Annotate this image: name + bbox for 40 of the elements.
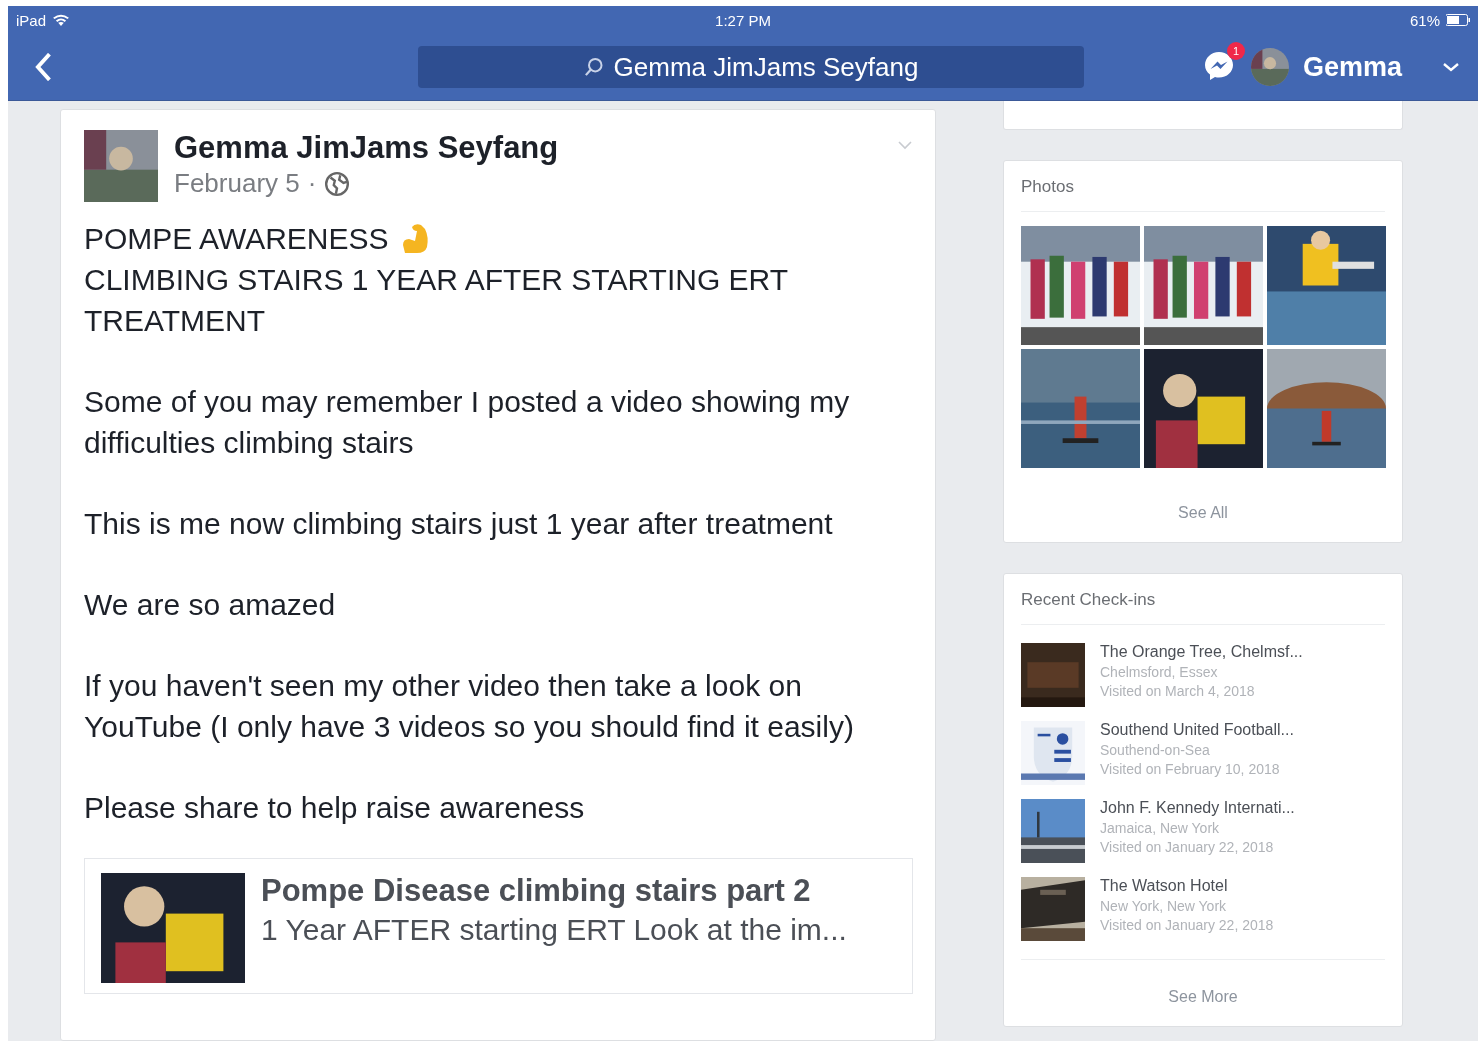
card-title: Recent Check-ins [1021, 590, 1385, 625]
place-name[interactable]: John F. Kennedy Internati... [1100, 799, 1295, 817]
visit-date: Visited on February 10, 2018 [1100, 761, 1281, 777]
battery-percent: 61% [1409, 11, 1440, 29]
place-location: Southend-on-Sea [1100, 742, 1211, 758]
battery-icon [1446, 14, 1470, 26]
globe-icon [324, 170, 351, 197]
post-paragraph: Some of you may remember I posted a video showing my difficulties climbing stairs [84, 384, 851, 461]
place-name[interactable]: Southend United Football... [1100, 721, 1294, 739]
place-location: Jamaica, New York [1100, 820, 1221, 836]
notification-badge: 1 [1226, 42, 1245, 60]
card-title: Photos [1021, 177, 1385, 212]
status-time: 1:27 PM [715, 11, 771, 29]
post-subheading: CLIMBING STAIRS 1 YEAR AFTER STARTING ERT TREATMENT [84, 262, 789, 339]
search-field[interactable]: Gemma JimJams Seyfang [418, 46, 1084, 88]
back-icon[interactable] [34, 53, 52, 81]
caret-icon[interactable] [1442, 62, 1460, 72]
link-description: 1 Year AFTER starting ERT Look at the im... [261, 913, 847, 947]
link-title[interactable]: Pompe Disease climbing stairs part 2 [261, 873, 847, 909]
device-name: iPad [16, 11, 47, 29]
link-preview[interactable]: Pompe Disease climbing stairs part 2 1 Year AFTER starting ERT Look at the im... [84, 858, 913, 994]
place-location: Chelmsford, Essex [1100, 664, 1219, 680]
visit-date: Visited on March 4, 2018 [1100, 683, 1256, 699]
separator-dot: · [307, 168, 317, 199]
place-name[interactable]: The Orange Tree, Chelmsf... [1100, 643, 1303, 661]
post-date[interactable]: February 5 [174, 168, 300, 199]
search-icon [583, 57, 604, 77]
post-headline: POMPE AWARENESS [84, 221, 389, 257]
place-location: New York, New York [1100, 898, 1228, 914]
author-name[interactable]: Gemma JimJams Seyfang [174, 130, 881, 166]
visit-date: Visited on January 22, 2018 [1100, 917, 1274, 933]
messenger-icon[interactable] [1202, 50, 1235, 82]
post-paragraph: Please share to help raise awareness [84, 790, 586, 826]
wifi-icon [52, 13, 71, 27]
post-paragraph: If you haven't seen my other video then take a look on YouTube (I only have 3 videos so you should find it easily) [84, 668, 855, 745]
user-name[interactable]: Gemma [1302, 51, 1402, 83]
visit-date: Visited on January 22, 2018 [1100, 839, 1275, 855]
post-paragraph: This is me now climbing stairs just 1 year after treatment [84, 506, 834, 542]
place-name[interactable]: The Watson Hotel [1100, 877, 1274, 895]
post-paragraph: We are so amazed [84, 587, 337, 623]
